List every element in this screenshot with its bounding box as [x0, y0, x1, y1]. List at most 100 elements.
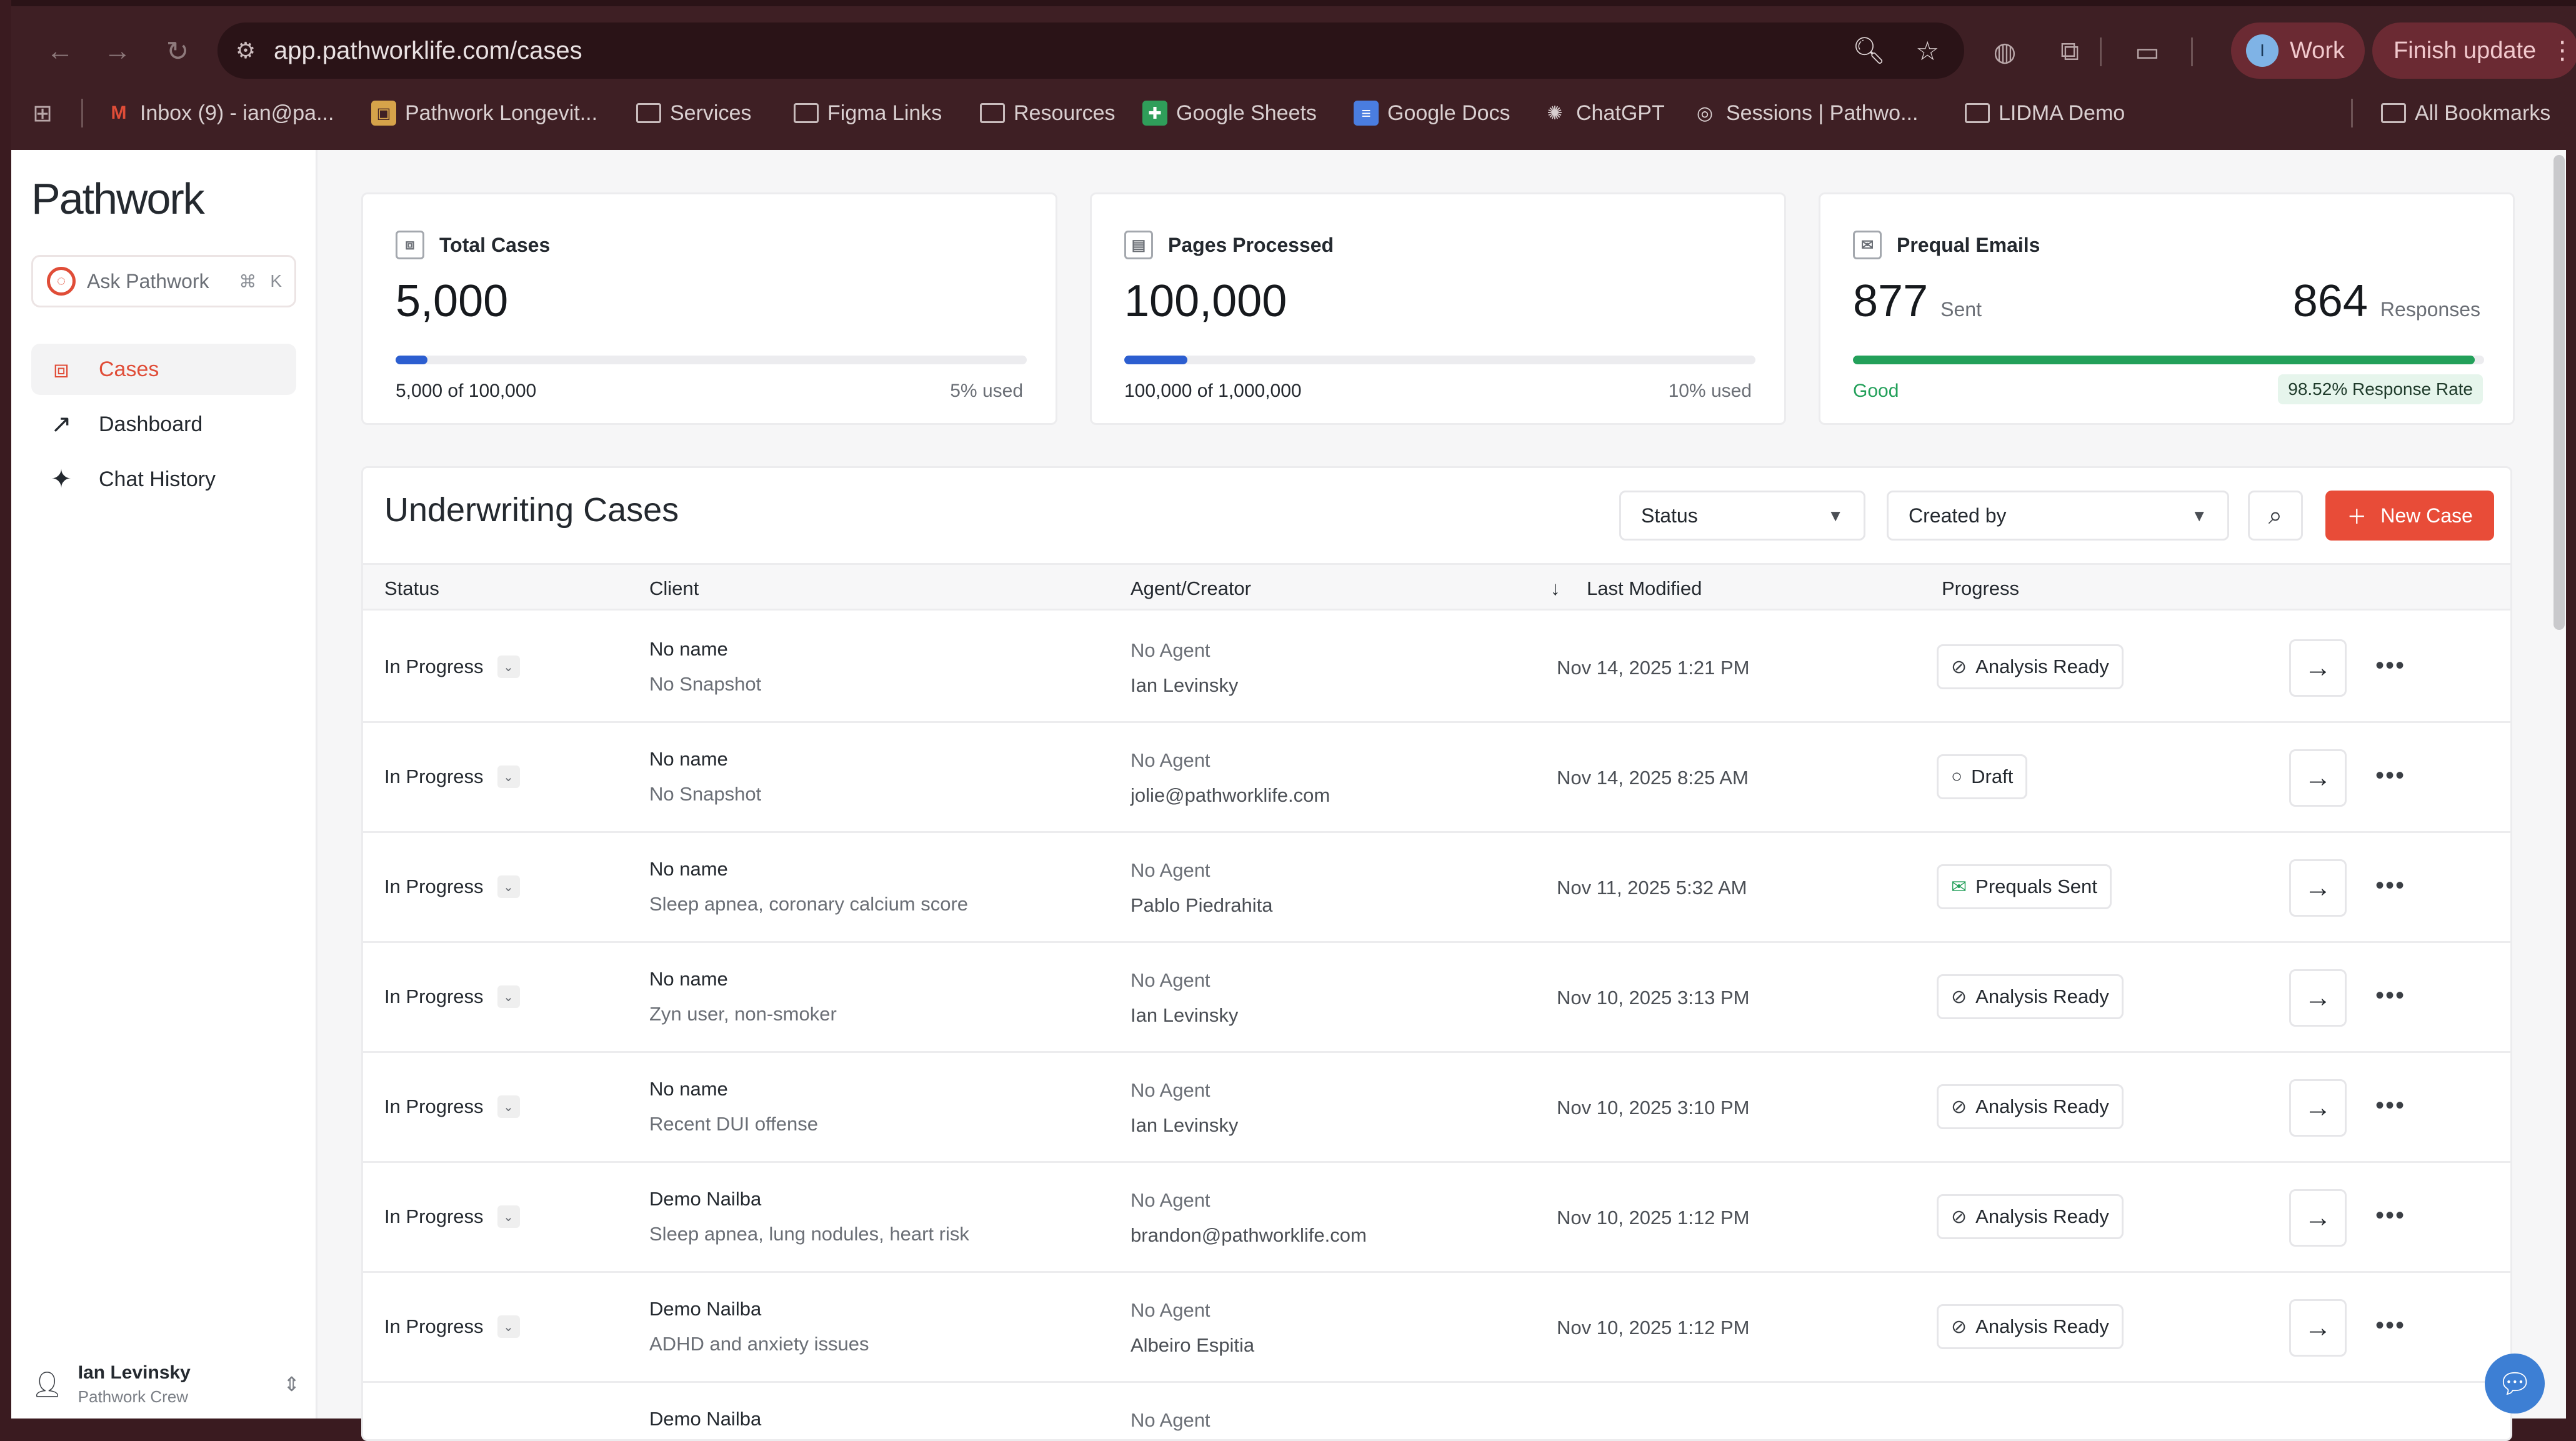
- new-case-button[interactable]: ＋ New Case: [2325, 491, 2494, 541]
- bookmark-item[interactable]: ▣ Pathwork Longevit...: [371, 94, 597, 132]
- page-scrollbar[interactable]: [2554, 155, 2565, 630]
- chevron-down-icon[interactable]: ⌄: [497, 1095, 520, 1118]
- client-note: Recent DUI offense: [649, 1113, 818, 1135]
- progress-badge: ⊘ Analysis Ready: [1937, 1084, 2124, 1129]
- table-row[interactable]: In Progress ⌄ No name Zyn user, non-smok…: [363, 943, 2510, 1053]
- open-case-button[interactable]: →: [2289, 1189, 2347, 1247]
- bookmark-item[interactable]: M Inbox (9) - ian@pa...: [106, 94, 334, 132]
- sidebar-item-cases[interactable]: ⧈ Cases: [31, 344, 296, 395]
- open-case-button[interactable]: →: [2289, 859, 2347, 917]
- bookmark-item[interactable]: Services: [636, 94, 751, 132]
- all-bookmarks-button[interactable]: All Bookmarks: [2381, 94, 2550, 132]
- more-options-icon[interactable]: •••: [2375, 1312, 2405, 1340]
- table-row[interactable]: In Progress ⌄ No name No Snapshot No Age…: [363, 613, 2510, 723]
- col-client[interactable]: Client: [649, 577, 699, 600]
- chevron-updown-icon[interactable]: ⇕: [283, 1372, 300, 1396]
- bookmark-star-icon[interactable]: ☆: [1915, 36, 1939, 66]
- more-options-icon[interactable]: •••: [2375, 982, 2405, 1010]
- status-cell[interactable]: In Progress ⌄: [384, 765, 520, 788]
- sidebar-item-chat-history[interactable]: ✦ Chat History: [31, 454, 296, 505]
- last-modified: Nov 10, 2025 1:12 PM: [1557, 1317, 1750, 1339]
- client-cell: Demo Nailba: [649, 1408, 761, 1439]
- puzzle-icon[interactable]: ⧉: [2045, 26, 2095, 76]
- open-case-button[interactable]: →: [2289, 639, 2347, 697]
- open-case-button[interactable]: →: [2289, 1299, 2347, 1357]
- chevron-down-icon[interactable]: ⌄: [497, 765, 520, 788]
- table-row[interactable]: In Progress ⌄ No name No Snapshot No Age…: [363, 723, 2510, 833]
- ask-pathwork-button[interactable]: ◌ Ask Pathwork ⌘ K: [31, 255, 296, 307]
- forward-arrow-icon[interactable]: →: [92, 26, 142, 76]
- agent-cell: No Agent Ian Levinsky: [1131, 639, 1238, 697]
- profile-button[interactable]: I Work: [2231, 22, 2365, 79]
- col-progress[interactable]: Progress: [1942, 577, 2019, 600]
- kebab-menu-icon[interactable]: ⋮: [2550, 36, 2575, 65]
- bookmark-item[interactable]: Figma Links: [794, 94, 942, 132]
- table-row[interactable]: In Progress ⌄ No name Sleep apnea, coron…: [363, 833, 2510, 943]
- open-case-button[interactable]: →: [2289, 969, 2347, 1027]
- more-options-icon[interactable]: •••: [2375, 762, 2405, 790]
- address-bar[interactable]: ⚙ app.pathworklife.com/cases 🔍︎ ☆: [217, 22, 1964, 79]
- bookmark-item[interactable]: ✚ Google Sheets: [1142, 94, 1317, 132]
- table-row[interactable]: In Progress ⌄ No name Recent DUI offense…: [363, 1053, 2510, 1163]
- bookmark-item[interactable]: LIDMA Demo: [1965, 94, 2125, 132]
- open-case-button[interactable]: →: [2289, 749, 2347, 807]
- briefcase-icon: ⧈: [53, 355, 69, 383]
- zoom-icon[interactable]: 🔍︎: [1852, 36, 1885, 66]
- col-last-modified[interactable]: Last Modified: [1587, 577, 1702, 600]
- status-cell[interactable]: In Progress ⌄: [384, 1205, 520, 1228]
- status-cell[interactable]: In Progress ⌄: [384, 1095, 520, 1118]
- col-agent[interactable]: Agent/Creator: [1131, 577, 1251, 600]
- finish-update-button[interactable]: Finish update ⋮: [2372, 22, 2576, 79]
- progress-badge: ○ Draft: [1937, 754, 2028, 799]
- response-rate-bar: [1853, 356, 2484, 364]
- status-filter[interactable]: Status ▼: [1619, 491, 1865, 541]
- chat-bubble-icon: 💬︎: [2497, 1369, 2532, 1399]
- bookmark-item[interactable]: ≡ Google Docs: [1354, 94, 1510, 132]
- more-options-icon[interactable]: •••: [2375, 1202, 2405, 1230]
- status-label: In Progress: [384, 1205, 484, 1227]
- site-settings-icon[interactable]: ⚙: [217, 37, 274, 64]
- app-logo[interactable]: Pathwork: [31, 174, 205, 224]
- bookmark-item[interactable]: Resources: [980, 94, 1116, 132]
- client-note: Sleep apnea, coronary calcium score: [649, 893, 969, 915]
- reload-icon[interactable]: ↻: [152, 26, 202, 76]
- sidebar-item-dashboard[interactable]: ↗ Dashboard: [31, 399, 296, 450]
- chevron-down-icon[interactable]: ⌄: [497, 656, 520, 678]
- table-row[interactable]: In Progress ⌄ Demo Nailba Sleep apnea, l…: [363, 1163, 2510, 1273]
- response-rate-badge: 98.52% Response Rate: [2278, 374, 2483, 404]
- more-options-icon[interactable]: •••: [2375, 1092, 2405, 1120]
- agent-cell: No Agent Albeiro Espitia: [1131, 1299, 1254, 1357]
- status-cell[interactable]: In Progress ⌄: [384, 875, 520, 898]
- chat-support-button[interactable]: 💬︎: [2485, 1354, 2545, 1414]
- bookmark-divider: [2351, 99, 2353, 127]
- table-row[interactable]: In Progress ⌄ Demo Nailba ADHD and anxie…: [363, 1273, 2510, 1383]
- agent-name: No Agent: [1131, 749, 1211, 771]
- chevron-down-icon[interactable]: ⌄: [497, 985, 520, 1008]
- bookmark-item[interactable]: ◎ Sessions | Pathwo...: [1692, 94, 1919, 132]
- user-menu[interactable]: 👤︎ Ian Levinsky Pathwork Crew ⇕: [31, 1356, 300, 1412]
- sidebar-item-label: Chat History: [99, 467, 216, 491]
- status-cell[interactable]: In Progress ⌄: [384, 1315, 520, 1338]
- created-by-filter[interactable]: Created by ▼: [1887, 491, 2229, 541]
- open-case-button[interactable]: →: [2289, 1079, 2347, 1137]
- chevron-down-icon[interactable]: ⌄: [497, 1315, 520, 1338]
- status-cell[interactable]: In Progress ⌄: [384, 985, 520, 1008]
- sort-desc-icon[interactable]: ↓: [1550, 577, 1560, 600]
- back-arrow-icon[interactable]: ←: [35, 26, 85, 76]
- chevron-down-icon[interactable]: ⌄: [497, 1205, 520, 1228]
- cast-icon[interactable]: ▭: [2122, 26, 2172, 76]
- table-row[interactable]: Demo Nailba No Agent: [363, 1383, 2510, 1439]
- col-status[interactable]: Status: [384, 577, 439, 600]
- url-text[interactable]: app.pathworklife.com/cases: [274, 37, 582, 65]
- bookmark-item[interactable]: ✺ ChatGPT: [1542, 94, 1664, 132]
- sparkle-icon: ✦: [51, 466, 72, 493]
- bookmarks-bar: ⊞ M Inbox (9) - ian@pa... ▣ Pathwork Longe…: [11, 94, 2576, 132]
- chevron-down-icon[interactable]: ⌄: [497, 875, 520, 898]
- more-options-icon[interactable]: •••: [2375, 872, 2405, 900]
- apps-grid-icon[interactable]: ⊞: [30, 94, 55, 132]
- keyboard-shortcut: ⌘ K: [239, 271, 282, 291]
- more-options-icon[interactable]: •••: [2375, 652, 2405, 680]
- search-button[interactable]: ⌕: [2248, 491, 2303, 541]
- extension-icon[interactable]: ◍: [1980, 26, 2030, 76]
- status-cell[interactable]: In Progress ⌄: [384, 656, 520, 678]
